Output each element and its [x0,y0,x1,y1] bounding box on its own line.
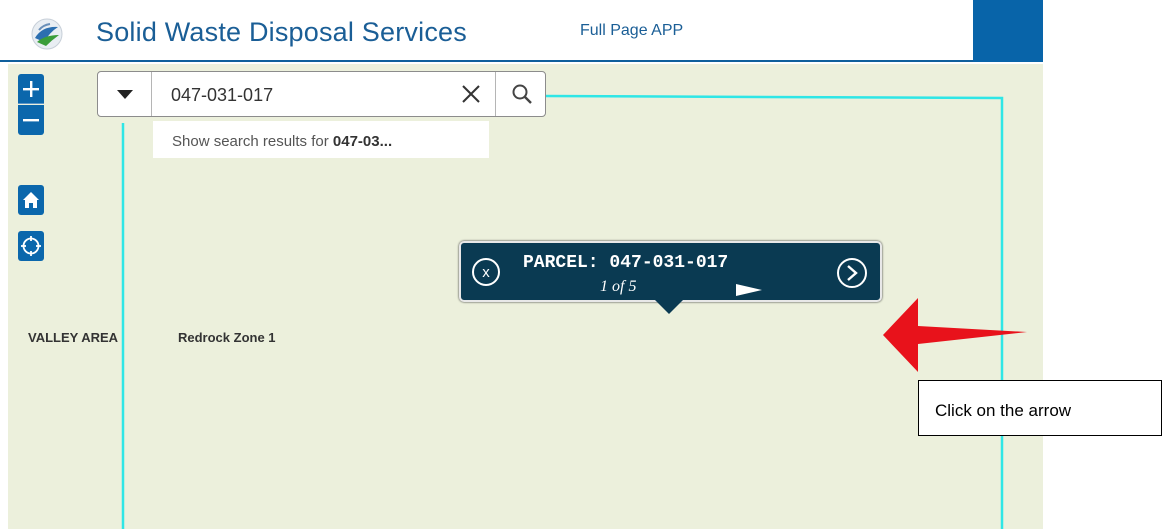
county-logo [31,18,63,50]
search-button[interactable] [495,72,547,116]
home-button[interactable] [18,185,44,215]
play-icon[interactable] [736,284,762,296]
locate-icon [21,236,41,256]
close-x-icon: x [482,263,490,281]
search-suggestion[interactable]: Show search results for 047-03... [153,121,489,158]
search-suggestion-term: 047-03... [332,133,393,150]
search-suggestion-prefix: Show search results for [172,133,333,150]
map-label-zone: Redrock Zone 1 [178,330,276,345]
popup-next-button[interactable] [837,258,867,288]
minus-icon [23,119,39,122]
zoom-in-button[interactable] [18,74,44,104]
search-source-dropdown[interactable] [98,72,152,116]
app-header: Solid Waste Disposal Services Full Page … [0,0,1043,62]
popup-feature-count: 1 of 5 [600,278,637,295]
annotation-callout: Click on the arrow [918,380,1162,436]
popup-close-button[interactable]: x [472,258,500,286]
parcel-popup: x PARCEL: 047-031-017 1 of 5 [459,241,882,302]
app-title: Solid Waste Disposal Services [96,17,467,47]
red-arrow-annotation [883,298,1027,372]
home-icon [23,192,39,208]
plus-icon [23,80,39,97]
search-icon [512,84,532,104]
full-page-app-link[interactable]: Full Page APP [580,22,683,40]
popup-pointer [655,300,683,314]
locate-button[interactable] [18,231,44,261]
caret-down-icon [116,89,133,99]
search-input[interactable] [171,83,441,107]
popup-title: PARCEL: 047-031-017 [523,253,729,273]
map-label-area: VALLEY AREA [28,330,119,345]
clear-search-button[interactable] [458,81,484,107]
close-icon [462,85,480,103]
chevron-right-icon [847,265,858,281]
search-widget [97,71,546,117]
zoom-out-button[interactable] [18,105,44,135]
header-menu-block[interactable] [973,0,1043,62]
